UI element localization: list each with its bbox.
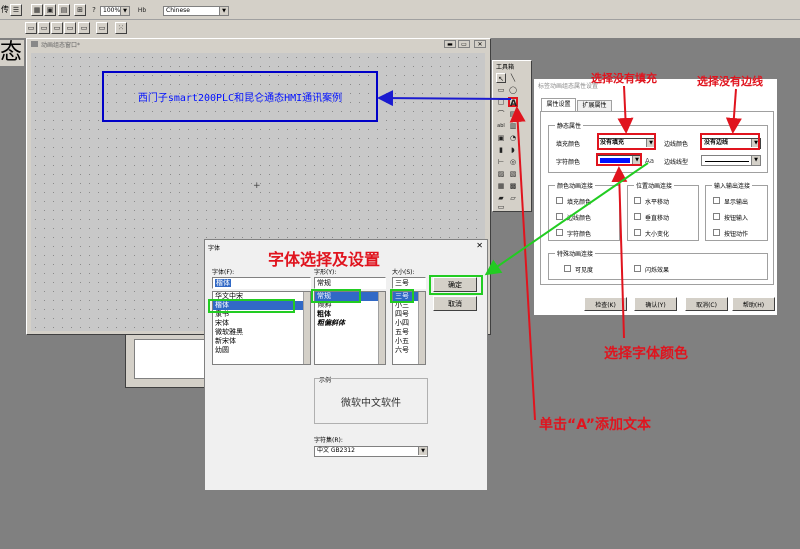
arrow-to-label	[377, 90, 512, 107]
annotation-arrows	[377, 85, 742, 421]
arrow-no-fill	[617, 85, 634, 134]
arrow-no-border	[725, 88, 742, 134]
arrow-click-a	[509, 106, 536, 421]
arrow-to-font-dialog	[484, 162, 649, 276]
arrow-font-color	[611, 166, 628, 339]
